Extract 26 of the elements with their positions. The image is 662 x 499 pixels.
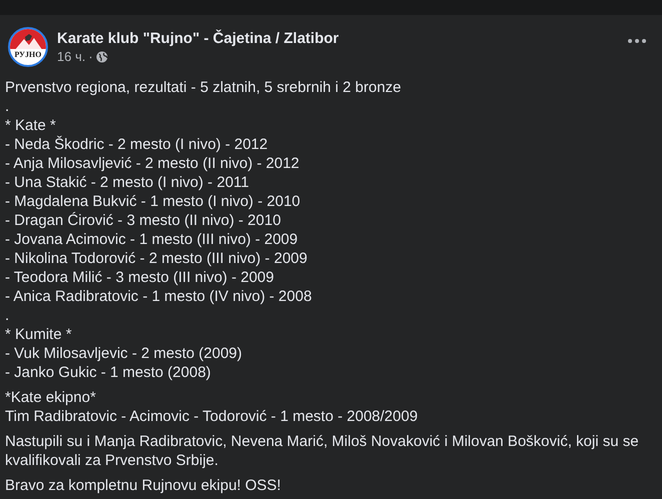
post-text: . — [5, 306, 10, 325]
post-text: . — [5, 97, 10, 116]
globe-icon — [96, 50, 108, 62]
post-text: Nastupili su i Manja Radibratovic, Nevena Marić, Miloš Novaković i Milovan Bošković, koji su se kvalifikovali za Prvenstvo Srbije. — [5, 432, 640, 470]
post-text: - Neda Škodric - 2 mesto (I nivo) - 2012 — [5, 135, 269, 154]
post-text: * Kate * — [5, 116, 57, 135]
post-text: Bravo za kompletnu Rujnovu ekipu! OSS! — [5, 476, 282, 495]
post-text: - Anica Radibratovic - 1 mesto (IV nivo) - 2008 — [5, 287, 313, 306]
post-text: - Una Stakić - 2 mesto (I nivo) - 2011 — [5, 173, 250, 192]
club-logo[interactable]: РУЈНО — [8, 27, 48, 67]
post-text: - Teodora Milić - 3 mesto (III nivo) - 2009 — [5, 268, 275, 287]
post-text: - Janko Gukic - 1 mesto (2008) — [5, 363, 212, 382]
post-text: - Jovana Acimovic - 1 mesto (III nivo) - 2009 — [5, 230, 299, 249]
page-name[interactable]: Karate klub "Rujno" - Čajetina / Zlatibor — [57, 30, 615, 47]
post-text: - Anja Milosavljević - 2 mesto (II nivo) - 2012 — [5, 154, 300, 173]
separator: · — [88, 49, 93, 64]
post-text: - Magdalena Bukvić - 1 mesto (I nivo) - 2010 — [5, 192, 302, 211]
post-text: - Nikolina Todorović - 2 mesto (III nivo) - 2009 — [5, 249, 308, 268]
post-text: *Kate ekipno* — [5, 388, 97, 407]
post-text: - Vuk Milosavljevic - 2 mesto (2009) — [5, 344, 244, 363]
post-text: - Dragan Ćirović - 3 mesto (II nivo) - 2010 — [5, 211, 282, 230]
post-text: Prvenstvo regiona, rezultati - 5 zlatnih, 5 srebrnih i 2 bronze — [5, 78, 402, 97]
post-time[interactable]: 16 ч. — [57, 49, 86, 64]
post-text: * Kumite * — [5, 325, 73, 344]
logo-text: РУЈНО — [13, 50, 42, 59]
post-text: Tim Radibratovic - Acimovic - Todorović - 1 mesto - 2008/2009 — [5, 407, 419, 426]
